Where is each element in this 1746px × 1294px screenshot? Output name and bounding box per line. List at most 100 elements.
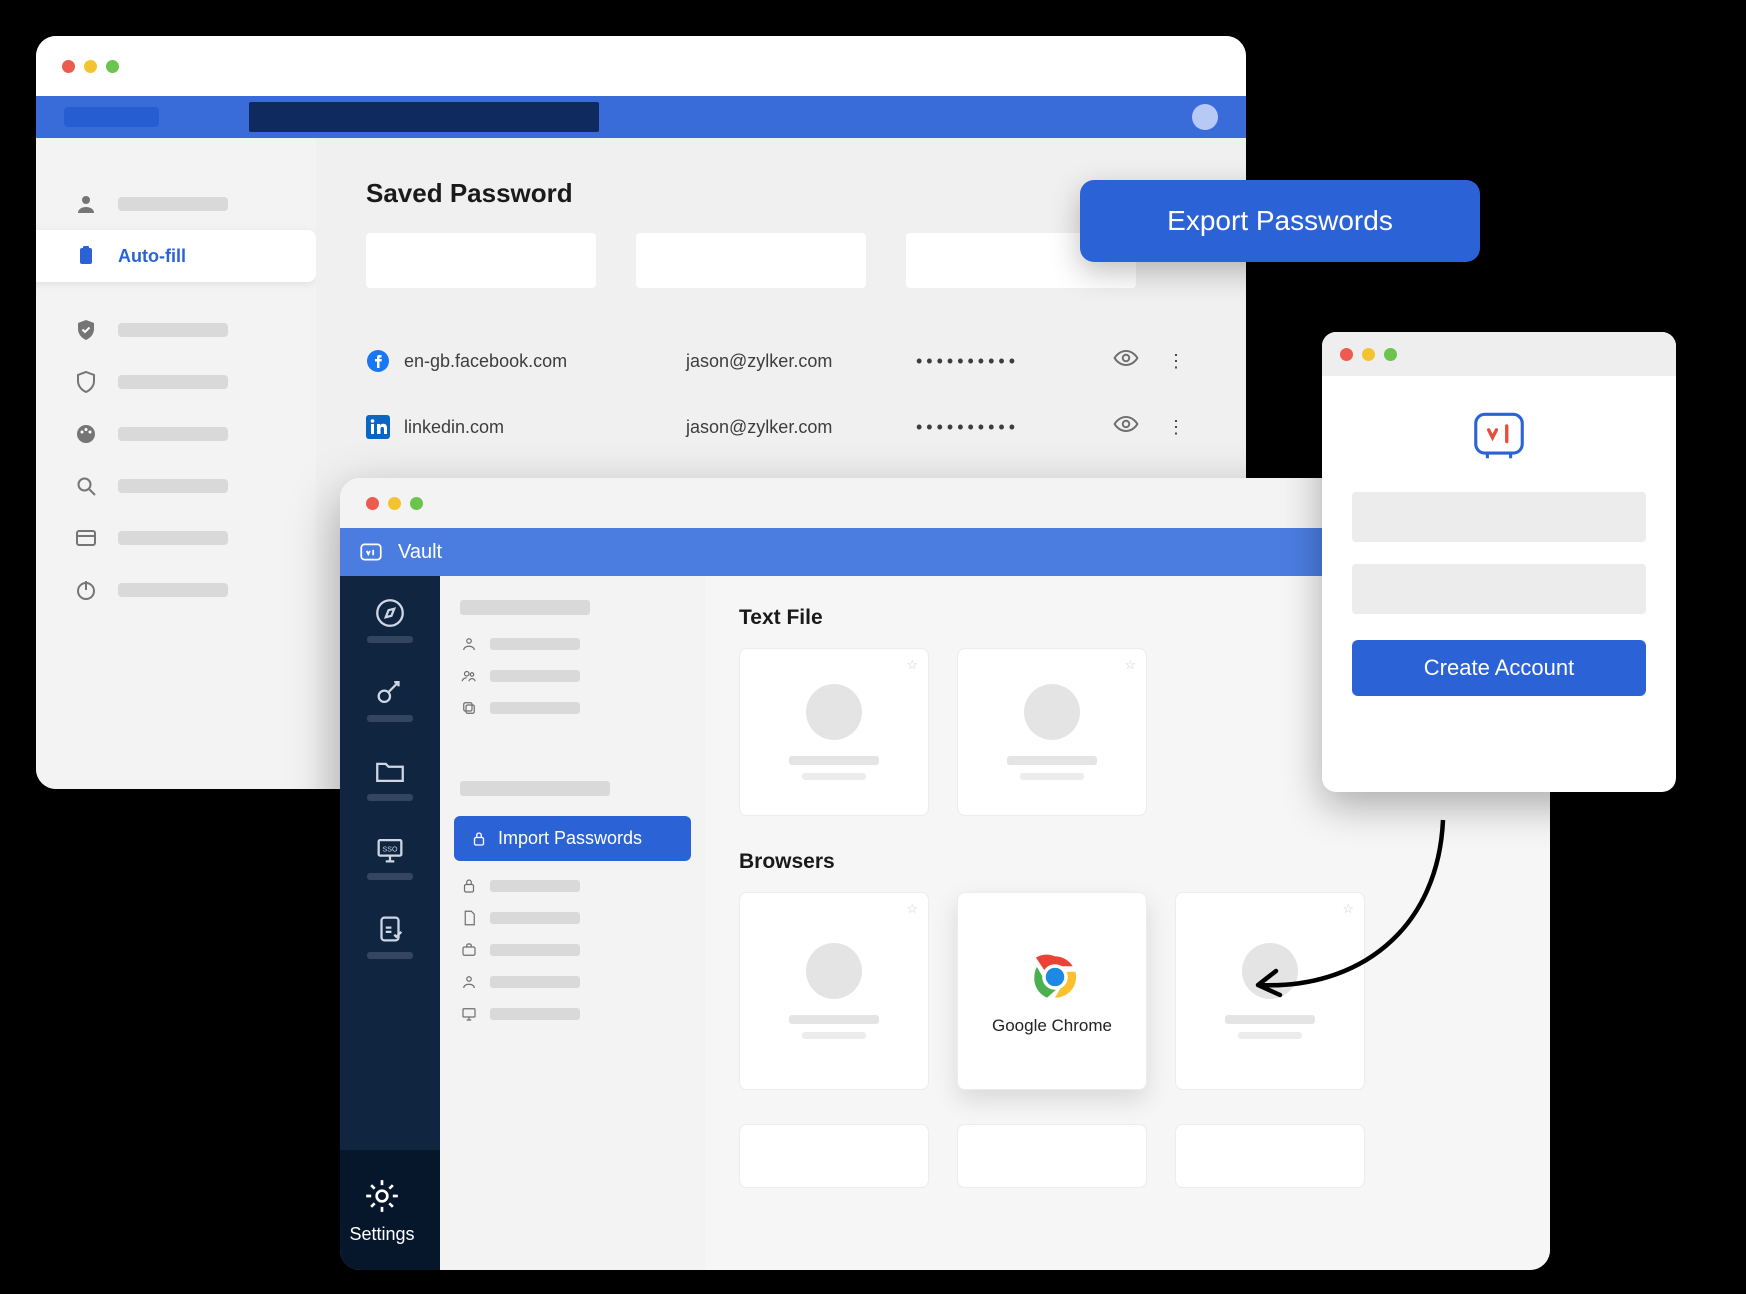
export-passwords-button[interactable]: Export Passwords [1080,180,1480,262]
sidebar-item-privacy[interactable] [36,304,316,356]
nav-item-dashboard[interactable] [367,596,413,643]
sso-icon: SSO [373,833,407,867]
row-menu-button[interactable]: ⋮ [1156,328,1196,394]
chrome-icon [1024,946,1080,1002]
chrome-settings-sidebar: Auto-fill [36,138,316,789]
signup-input[interactable] [1352,492,1646,542]
star-icon: ☆ [906,901,918,917]
toolbar-placeholder [64,107,159,127]
signup-window: Create Account [1322,332,1676,792]
facebook-icon [366,349,390,373]
subnav-item[interactable] [460,877,685,895]
nav-item-passwords[interactable] [367,675,413,722]
copy-icon [460,699,478,717]
passwords-table: en-gb.facebook.com jason@zylker.com ••••… [366,328,1196,460]
subnav-item[interactable] [460,667,685,685]
maximize-icon[interactable] [106,60,119,73]
reveal-password-button[interactable] [1096,394,1156,460]
subnav-item[interactable] [460,1005,685,1023]
sidebar-item-appearance[interactable] [36,408,316,460]
profile-avatar[interactable] [1192,104,1218,130]
gear-icon [362,1176,402,1216]
subnav-item[interactable] [460,635,685,653]
linkedin-icon [366,415,390,439]
app-name: Vault [398,541,442,564]
subnav-item[interactable] [460,909,685,927]
subnav-item[interactable] [460,973,685,991]
lock-icon [470,830,488,848]
vault-nav: SSO Settings [340,576,440,1270]
power-icon [74,578,98,602]
nav-item-sso[interactable]: SSO [367,833,413,880]
clipboard-icon [74,244,98,268]
users-icon [460,667,478,685]
sidebar-item-autofill[interactable]: Auto-fill [36,230,316,282]
close-icon[interactable] [1340,348,1353,361]
minimize-icon[interactable] [388,497,401,510]
sidebar-item-default[interactable] [36,512,316,564]
import-tile[interactable] [957,1124,1147,1188]
vault-logo-icon [1468,404,1530,466]
briefcase-icon [460,941,478,959]
magnifier-icon [74,474,98,498]
import-tile[interactable]: ☆ [957,648,1147,816]
nav-item-settings[interactable]: Settings [340,1150,440,1270]
vault-subnav: Import Passwords [440,576,705,1270]
close-icon[interactable] [366,497,379,510]
minimize-icon[interactable] [1362,348,1375,361]
table-row[interactable]: en-gb.facebook.com jason@zylker.com ••••… [366,328,1196,394]
password-cell: •••••••••• [916,394,1096,460]
import-tile[interactable]: ☆ [1175,892,1365,1090]
monitor-icon [460,1005,478,1023]
sidebar-item-account[interactable] [36,178,316,230]
reveal-password-button[interactable] [1096,328,1156,394]
signup-input[interactable] [1352,564,1646,614]
key-icon [373,675,407,709]
vault-logo [1322,404,1676,466]
import-tile[interactable] [739,1124,929,1188]
table-row[interactable]: linkedin.com jason@zylker.com ••••••••••… [366,394,1196,460]
sidebar-item-search[interactable] [36,460,316,512]
import-tile[interactable]: ☆ [739,648,929,816]
compass-icon [373,596,407,630]
nav-item-folders[interactable] [367,754,413,801]
folder-icon [373,754,407,788]
header-placeholder [636,233,866,288]
section-title-browsers: Browsers [739,850,1516,874]
vault-logo-icon [358,539,384,565]
maximize-icon[interactable] [1384,348,1397,361]
minimize-icon[interactable] [84,60,97,73]
page-title: Saved Password [366,178,1196,209]
person-icon [74,192,98,216]
star-icon: ☆ [1124,657,1136,673]
create-account-button[interactable]: Create Account [1352,640,1646,696]
maximize-icon[interactable] [410,497,423,510]
star-icon: ☆ [906,657,918,673]
window-icon [74,526,98,550]
subnav-item[interactable] [460,941,685,959]
star-icon: ☆ [1342,901,1354,917]
import-tile[interactable] [1175,1124,1365,1188]
nav-item-audit[interactable] [367,912,413,959]
row-menu-button[interactable]: ⋮ [1156,394,1196,460]
user-cell: jason@zylker.com [686,394,916,460]
eye-icon [1113,411,1139,437]
close-icon[interactable] [62,60,75,73]
window-controls [36,36,1246,96]
sidebar-item-label: Auto-fill [118,246,186,267]
password-cell: •••••••••• [916,328,1096,394]
window-controls [1322,332,1676,376]
address-bar[interactable] [249,102,599,132]
sidebar-item-security[interactable] [36,356,316,408]
document-icon [460,909,478,927]
sidebar-item-onstartup[interactable] [36,564,316,616]
import-tile-chrome[interactable]: Google Chrome [957,892,1147,1090]
import-passwords-button[interactable]: Import Passwords [454,816,691,861]
nav-label: Settings [349,1224,414,1245]
lock-outline-icon [460,877,478,895]
subnav-item[interactable] [460,699,685,717]
import-tile[interactable]: ☆ [739,892,929,1090]
palette-icon [74,422,98,446]
user-icon [460,635,478,653]
eye-icon [1113,345,1139,371]
